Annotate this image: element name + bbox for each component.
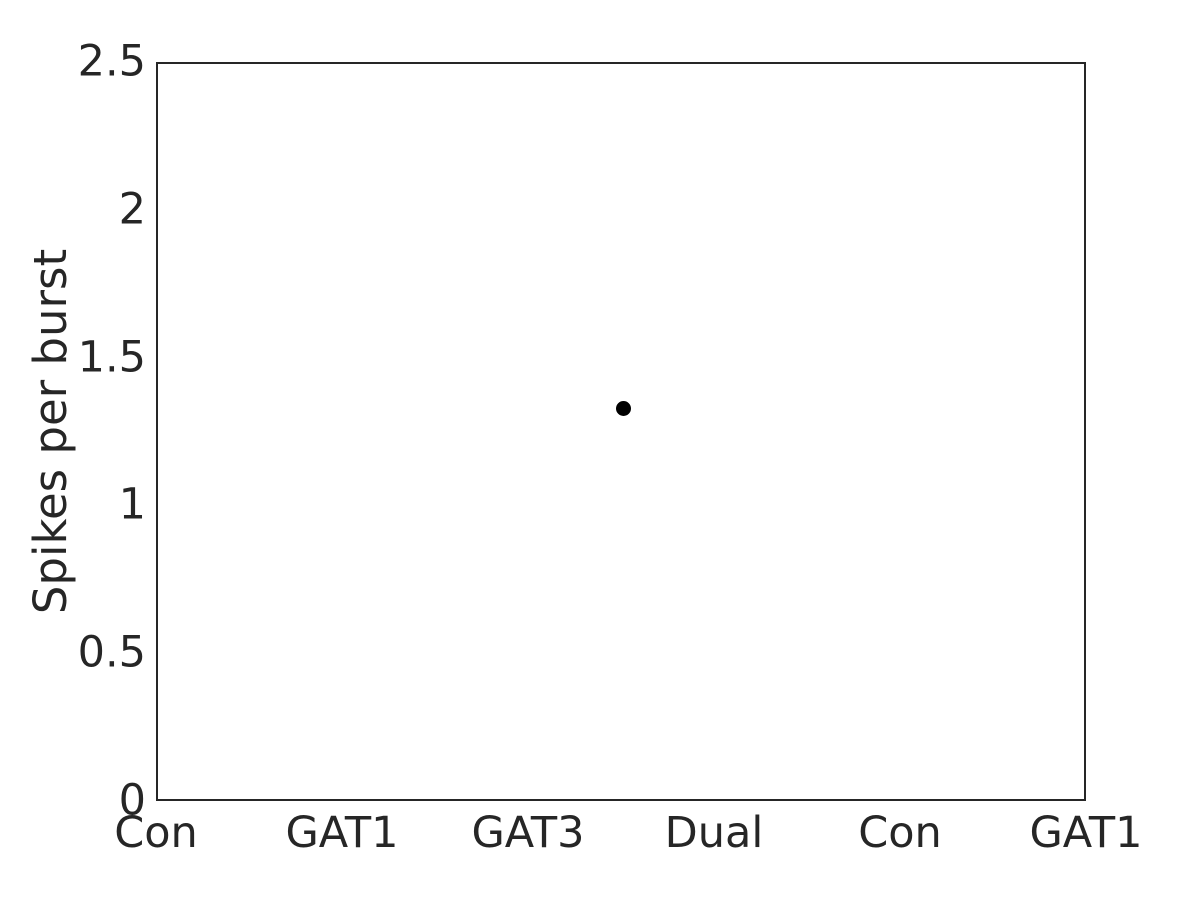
x-tick-label: GAT1 — [1029, 808, 1143, 858]
x-tick-label: Con — [114, 808, 198, 858]
y-axis-label: Spikes per burst — [23, 248, 77, 615]
y-tick-label: 2.5 — [77, 36, 146, 87]
x-tick-label: Dual — [664, 808, 764, 858]
data-series-layer — [158, 64, 1084, 799]
x-tick-label: GAT3 — [471, 808, 585, 858]
y-tick-label: 0.5 — [77, 627, 146, 678]
y-tick-label: 2 — [118, 184, 146, 235]
figure-canvas: Spikes per burst 0 0.5 1 1.5 2 2.5 Con G… — [0, 0, 1200, 900]
plot-area — [156, 62, 1086, 801]
x-tick-label: Con — [858, 808, 942, 858]
data-point — [615, 401, 631, 417]
y-tick-label: 1 — [118, 479, 146, 530]
y-tick-label: 1.5 — [77, 332, 146, 383]
x-tick-label: GAT1 — [285, 808, 399, 858]
